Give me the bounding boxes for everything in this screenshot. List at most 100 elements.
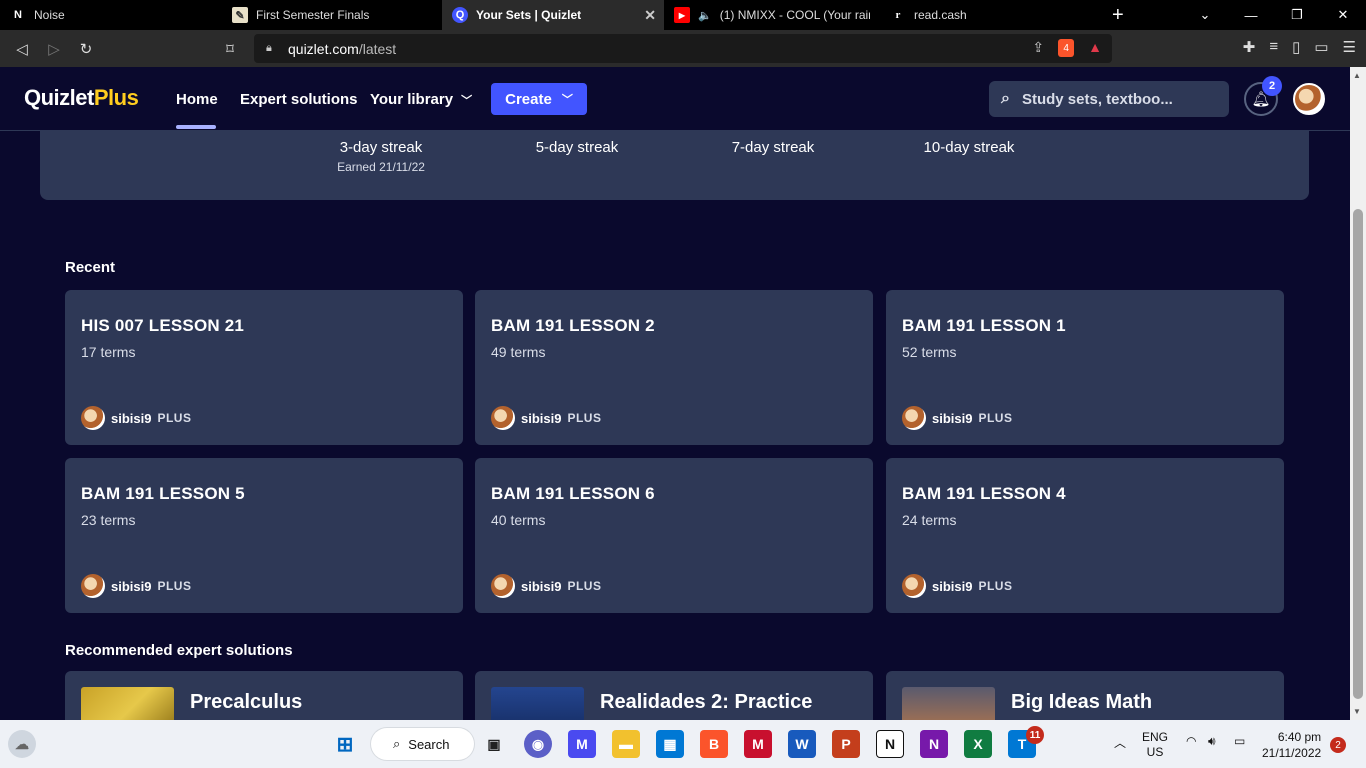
tab-search-icon[interactable]: ⌄ (1182, 0, 1228, 30)
streak-name: 5-day streak (535, 139, 619, 156)
brave-rewards-icon[interactable]: ▲ (1088, 39, 1102, 57)
restore-button[interactable]: ❐ (1274, 0, 1320, 30)
menu-icon[interactable]: ☰ (1343, 38, 1356, 56)
brave-browser-icon[interactable]: B (700, 730, 728, 758)
bookmark-icon[interactable]: ⌑ (214, 33, 246, 65)
study-set-card[interactable]: BAM 191 LESSON 2 49 terms sibisi9 PLUS (475, 290, 873, 445)
owner-name: sibisi9 (932, 578, 973, 594)
language-indicator[interactable]: ENG US (1142, 730, 1168, 760)
scrollbar-thumb[interactable] (1353, 209, 1363, 699)
plus-badge: PLUS (157, 411, 192, 425)
extension-icons: ✚ ≡ ▯ ▭ ☰ (1243, 38, 1356, 56)
lang-top: ENG (1142, 730, 1169, 744)
close-window-button[interactable]: ✕ (1320, 0, 1366, 30)
owner-name: sibisi9 (521, 578, 562, 594)
study-set-card[interactable]: BAM 191 LESSON 6 40 terms sibisi9 PLUS (475, 458, 873, 613)
minimize-button[interactable]: — (1228, 0, 1274, 30)
windows-start-icon[interactable]: ⊞ (331, 730, 359, 758)
study-set-card[interactable]: BAM 191 LESSON 4 24 terms sibisi9 PLUS (886, 458, 1284, 613)
page-scrollbar[interactable]: ▲ ▼ (1350, 67, 1366, 720)
wallet-icon[interactable]: ▭ (1314, 38, 1328, 56)
recent-heading: Recent (65, 259, 116, 276)
set-owner[interactable]: sibisi9 PLUS (902, 406, 1012, 430)
battery-icon[interactable]: ▭ (1234, 734, 1245, 748)
teams-icon[interactable]: T 11 (1008, 726, 1044, 758)
excel-icon[interactable]: X (964, 730, 992, 758)
store-icon[interactable]: ▦ (656, 730, 684, 758)
notification-center-badge[interactable]: 2 (1330, 737, 1346, 753)
create-button[interactable]: Create ﹀ (491, 83, 587, 115)
study-set-card[interactable]: HIS 007 LESSON 21 17 terms sibisi9 PLUS (65, 290, 463, 445)
clock[interactable]: 6:40 pm 21/11/2022 (1262, 729, 1321, 761)
volume-icon[interactable]: 🔊︎ (1208, 734, 1216, 749)
chevron-down-icon: ﹀ (461, 95, 473, 107)
avatar (902, 406, 926, 430)
scroll-up-icon[interactable]: ▲ (1353, 71, 1361, 80)
notion-icon: N (14, 9, 22, 21)
tab-youtube[interactable]: ▶ 🔈 (1) NMIXX - COOL (Your rainbow) (664, 0, 880, 30)
mcafee-icon[interactable]: M (744, 730, 772, 758)
tab-first-semester-finals[interactable]: ✎ First Semester Finals (222, 0, 442, 30)
streak-name: 3-day streak (339, 139, 423, 156)
chat-icon[interactable]: ◉ (524, 730, 552, 758)
plus-badge: PLUS (567, 411, 602, 425)
set-owner[interactable]: sibisi9 PLUS (81, 406, 191, 430)
owner-name: sibisi9 (521, 410, 562, 426)
scroll-down-icon[interactable]: ▼ (1353, 707, 1361, 716)
nav-expert-solutions[interactable]: Expert solutions (240, 91, 358, 108)
taskbar-search[interactable]: ⌕ Search (371, 728, 474, 760)
notion-icon[interactable]: N (876, 730, 904, 758)
site-header: QuizletPlus Home Expert solutions Your l… (0, 67, 1350, 131)
chevron-down-icon: ﹀ (561, 94, 573, 106)
nav-your-library[interactable]: Your library ﹀ (370, 91, 472, 108)
set-term-count: 52 terms (902, 344, 957, 360)
wifi-icon[interactable]: ◠ (1186, 734, 1196, 748)
tab-title: First Semester Finals (256, 8, 370, 22)
weather-icon[interactable]: ☁ (8, 730, 36, 758)
new-tab-button[interactable]: + (1112, 4, 1124, 27)
avatar (491, 406, 515, 430)
set-owner[interactable]: sibisi9 PLUS (81, 574, 191, 598)
tab-readcash[interactable]: r read.cash (880, 0, 1100, 30)
study-set-card[interactable]: BAM 191 LESSON 1 52 terms sibisi9 PLUS (886, 290, 1284, 445)
search-input[interactable]: ⌕ Study sets, textboo... (989, 81, 1229, 117)
streak-item: 3-day streak Earned 21/11/22 (316, 139, 446, 174)
chevron-up-icon[interactable]: ︿ (1114, 734, 1126, 751)
plus-badge: PLUS (567, 579, 602, 593)
set-owner[interactable]: sibisi9 PLUS (491, 406, 601, 430)
create-label: Create (505, 90, 552, 108)
notifications-button[interactable]: 🔔︎ 2 (1244, 76, 1282, 116)
tab-noise[interactable]: N Noise (0, 0, 222, 30)
speaker-icon[interactable]: 🔈 (698, 9, 712, 22)
set-owner[interactable]: sibisi9 PLUS (491, 574, 601, 598)
forward-button[interactable]: ▷ (38, 33, 70, 65)
tab-quizlet[interactable]: Q Your Sets | Quizlet ✕ (442, 0, 664, 30)
task-view-icon[interactable]: ▣ (480, 730, 508, 758)
quizlet-plus-logo[interactable]: QuizletPlus (24, 85, 139, 111)
logo-plus: Plus (93, 85, 139, 110)
playlist-icon[interactable]: ≡ (1269, 38, 1278, 56)
back-button[interactable]: ◁ (6, 33, 38, 65)
word-icon[interactable]: W (788, 730, 816, 758)
solution-title: Big Ideas Math (1011, 691, 1153, 713)
reload-button[interactable]: ↻ (70, 33, 102, 65)
notification-badge: 2 (1262, 76, 1282, 96)
onenote-icon[interactable]: N (920, 730, 948, 758)
address-bar[interactable]: 🔒︎ quizlet.com/latest ⇪ 4 ▲ (254, 34, 1112, 63)
nav-home[interactable]: Home (176, 91, 218, 108)
brave-shield-icon[interactable]: 4 (1058, 39, 1075, 57)
extensions-icon[interactable]: ✚ (1243, 38, 1256, 56)
set-owner[interactable]: sibisi9 PLUS (902, 574, 1012, 598)
owner-name: sibisi9 (111, 410, 152, 426)
close-icon[interactable]: ✕ (644, 7, 656, 24)
study-set-card[interactable]: BAM 191 LESSON 5 23 terms sibisi9 PLUS (65, 458, 463, 613)
search-icon: ⌕ (1001, 90, 1010, 107)
sidebar-icon[interactable]: ▯ (1292, 38, 1300, 56)
editor-app-icon[interactable]: M (568, 730, 596, 758)
powerpoint-icon[interactable]: P (832, 730, 860, 758)
solution-title: Realidades 2: Practice (600, 691, 813, 713)
share-icon[interactable]: ⇪ (1032, 39, 1044, 57)
user-avatar[interactable] (1293, 83, 1325, 115)
set-term-count: 49 terms (491, 344, 546, 360)
file-explorer-icon[interactable]: ▬ (612, 730, 640, 758)
